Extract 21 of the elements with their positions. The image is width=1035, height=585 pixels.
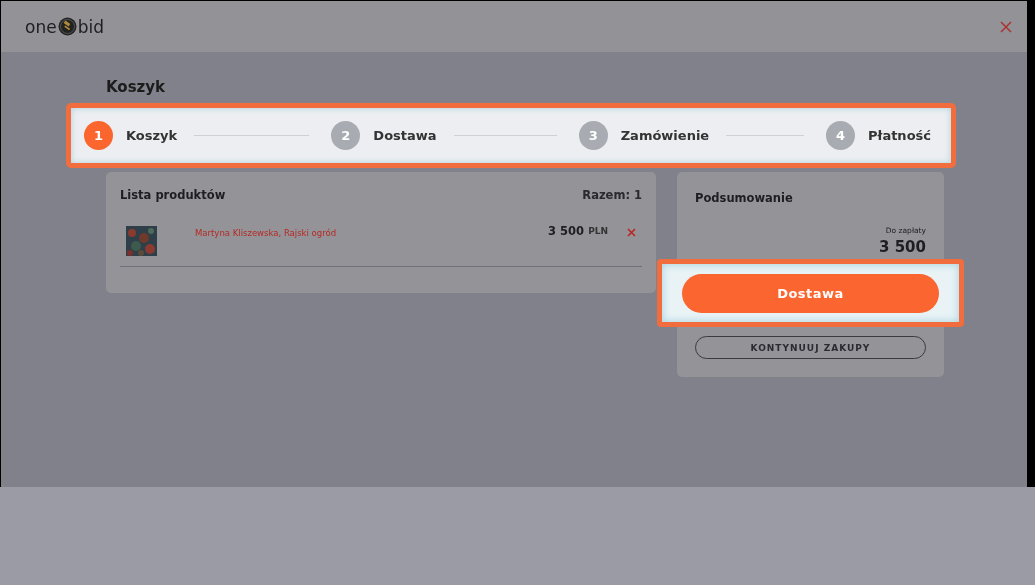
remove-icon[interactable] (627, 228, 636, 237)
card-title: Podsumowanie (695, 191, 794, 205)
currency-label: PLN (588, 226, 608, 236)
close-icon[interactable] (1000, 20, 1012, 33)
logo-text: one (25, 16, 57, 37)
step-number: 2 (331, 121, 361, 150)
step-number: 3 (578, 121, 608, 150)
item-count: Razem: 1 (582, 188, 642, 202)
card-title: Lista produktów (120, 188, 226, 202)
product-price: 3 500 (548, 224, 585, 238)
product-link[interactable]: Martyna Kliszewska, Rajski ogród (195, 228, 549, 238)
step-label: Zamówienie (620, 128, 710, 143)
step-label: Koszyk (126, 128, 178, 143)
due-amount: 3 500 (879, 238, 926, 256)
step-number: 4 (826, 121, 856, 150)
step-number: 1 (84, 121, 113, 150)
step-label: Dostawa (373, 128, 437, 143)
page-title: Koszyk (106, 78, 167, 96)
logo-text: bid (77, 16, 104, 37)
delivery-button[interactable]: Dostawa (682, 273, 939, 313)
step-label: Płatność (868, 128, 931, 143)
